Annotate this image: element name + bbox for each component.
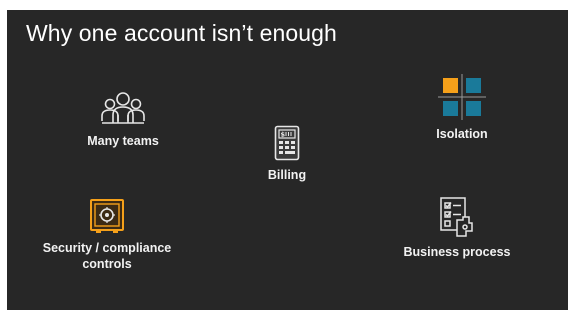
business-process-item: Business process xyxy=(392,196,522,260)
people-group-icon xyxy=(101,92,145,124)
security-compliance-label: Security / compliance controls xyxy=(42,241,172,271)
process-checklist-icon xyxy=(440,197,473,237)
bill-icon: $ xyxy=(274,125,300,161)
billing-label: Billing xyxy=(267,168,307,182)
billing-item: $ Billing xyxy=(247,125,327,183)
isolation-label: Isolation xyxy=(436,127,488,141)
isolated-grid-icon xyxy=(438,74,486,120)
business-process-label: Business process xyxy=(403,245,511,259)
security-compliance-item: Security / compliance controls xyxy=(37,198,177,272)
many-teams-item: Many teams xyxy=(63,87,183,149)
isolation-item: Isolation xyxy=(402,74,522,142)
vault-icon xyxy=(90,199,124,233)
many-teams-label: Many teams xyxy=(87,134,159,148)
slide-title: Why one account isn’t enough xyxy=(26,20,337,46)
svg-text:$: $ xyxy=(281,131,286,139)
slide: Why one account isn’t enough Many teams xyxy=(7,10,568,310)
